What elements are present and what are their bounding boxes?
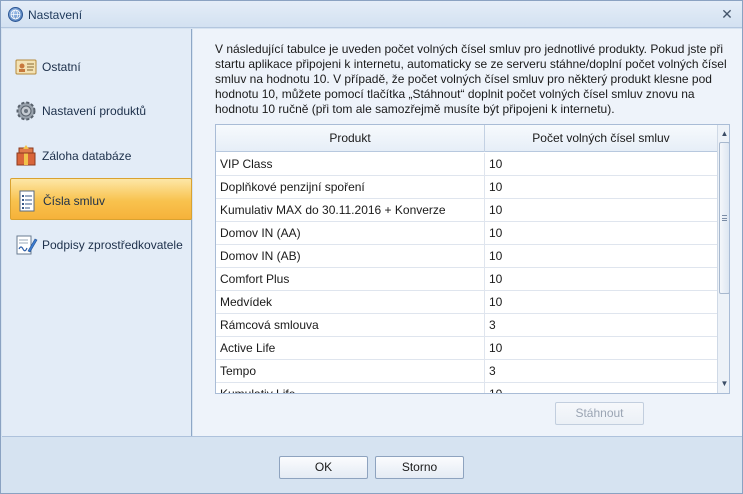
dialog-footer: OK Storno bbox=[2, 436, 742, 493]
product-cell: Comfort Plus bbox=[216, 268, 485, 290]
settings-content: V následující tabulce je uveden počet vo… bbox=[193, 29, 742, 436]
contract-numbers-table: Produkt Počet volných čísel smluv VIP Cl… bbox=[215, 124, 730, 394]
product-cell: Doplňkové penzijní spoření bbox=[216, 176, 485, 198]
sidebar-item-label: Podpisy zprostředkovatele bbox=[42, 238, 183, 252]
count-cell: 3 bbox=[489, 364, 496, 378]
signature-icon bbox=[14, 233, 38, 257]
table-body: VIP Class 10 Doplňkové penzijní spoření 10 K… bbox=[216, 153, 717, 394]
count-cell: 10 bbox=[489, 180, 503, 194]
count-cell: 10 bbox=[489, 203, 503, 217]
count-cell: 10 bbox=[489, 226, 503, 240]
table-row[interactable]: Medvídek 10 bbox=[216, 291, 717, 314]
grip-icon bbox=[722, 215, 727, 221]
count-cell: 10 bbox=[489, 295, 503, 309]
count-cell: 10 bbox=[489, 272, 503, 286]
settings-sidebar: Ostatní Nastavení produktů Záloha databá… bbox=[2, 29, 192, 436]
gear-icon bbox=[14, 99, 38, 123]
table-row[interactable]: Rámcová smlouva 3 bbox=[216, 314, 717, 337]
product-cell: Rámcová smlouva bbox=[216, 314, 485, 336]
product-cell: Medvídek bbox=[216, 291, 485, 313]
count-cell: 10 bbox=[489, 341, 503, 355]
package-icon bbox=[14, 144, 38, 168]
title-bar: Nastavení ✕ bbox=[1, 1, 742, 28]
table-row[interactable]: Kumulativ MAX do 30.11.2016 + Konverze 10 bbox=[216, 199, 717, 222]
cancel-button[interactable]: Storno bbox=[375, 456, 464, 479]
download-button[interactable]: Stáhnout bbox=[555, 402, 644, 425]
settings-dialog: Nastavení ✕ Ostatní Nastavení produktů Z… bbox=[0, 0, 743, 494]
scrollbar-thumb[interactable] bbox=[719, 142, 729, 294]
description-text: V následující tabulce je uveden počet vo… bbox=[215, 42, 727, 116]
sidebar-item-label: Nastavení produktů bbox=[42, 104, 147, 118]
ok-button[interactable]: OK bbox=[279, 456, 368, 479]
product-cell: Domov IN (AB) bbox=[216, 245, 485, 267]
count-cell: 10 bbox=[489, 387, 503, 394]
sidebar-item-cisla-smluv[interactable]: Čísla smluv bbox=[10, 178, 192, 220]
window-title: Nastavení bbox=[28, 8, 83, 22]
vertical-scrollbar[interactable]: ▲ ▼ bbox=[717, 125, 729, 393]
sidebar-item-label: Ostatní bbox=[42, 60, 81, 74]
table-row[interactable]: Kumulativ Life 10 bbox=[216, 383, 717, 394]
table-header: Produkt Počet volných čísel smluv bbox=[216, 125, 717, 152]
column-header-produkt[interactable]: Produkt bbox=[216, 125, 485, 152]
table-row[interactable]: Domov IN (AB) 10 bbox=[216, 245, 717, 268]
table-row[interactable]: Active Life 10 bbox=[216, 337, 717, 360]
product-cell: Kumulativ MAX do 30.11.2016 + Konverze bbox=[216, 199, 485, 221]
column-header-pocet[interactable]: Počet volných čísel smluv bbox=[485, 125, 717, 152]
product-cell: VIP Class bbox=[216, 153, 485, 175]
product-cell: Tempo bbox=[216, 360, 485, 382]
count-cell: 10 bbox=[489, 157, 503, 171]
product-cell: Active Life bbox=[216, 337, 485, 359]
id-card-icon bbox=[14, 55, 38, 79]
product-cell: Domov IN (AA) bbox=[216, 222, 485, 244]
sidebar-item-ostatni[interactable]: Ostatní bbox=[10, 45, 192, 87]
table-row[interactable]: Doplňkové penzijní spoření 10 bbox=[216, 176, 717, 199]
close-icon[interactable]: ✕ bbox=[716, 4, 738, 24]
table-row[interactable]: Tempo 3 bbox=[216, 360, 717, 383]
sidebar-item-label: Záloha databáze bbox=[42, 149, 132, 163]
table-row[interactable]: VIP Class 10 bbox=[216, 153, 717, 176]
product-cell: Kumulativ Life bbox=[216, 383, 485, 393]
scroll-up-icon[interactable]: ▲ bbox=[718, 127, 729, 141]
sidebar-item-nastaveni-produktu[interactable]: Nastavení produktů bbox=[10, 89, 192, 131]
count-cell: 10 bbox=[489, 249, 503, 263]
scroll-down-icon[interactable]: ▼ bbox=[718, 377, 729, 391]
sidebar-item-podpisy[interactable]: Podpisy zprostředkovatele bbox=[10, 223, 192, 265]
app-globe-icon bbox=[8, 7, 23, 22]
table-row[interactable]: Domov IN (AA) 10 bbox=[216, 222, 717, 245]
table-row[interactable]: Comfort Plus 10 bbox=[216, 268, 717, 291]
sidebar-item-zaloha-databaze[interactable]: Záloha databáze bbox=[10, 134, 192, 176]
document-list-icon bbox=[15, 189, 39, 213]
sidebar-item-label: Čísla smluv bbox=[43, 194, 106, 208]
count-cell: 3 bbox=[489, 318, 496, 332]
